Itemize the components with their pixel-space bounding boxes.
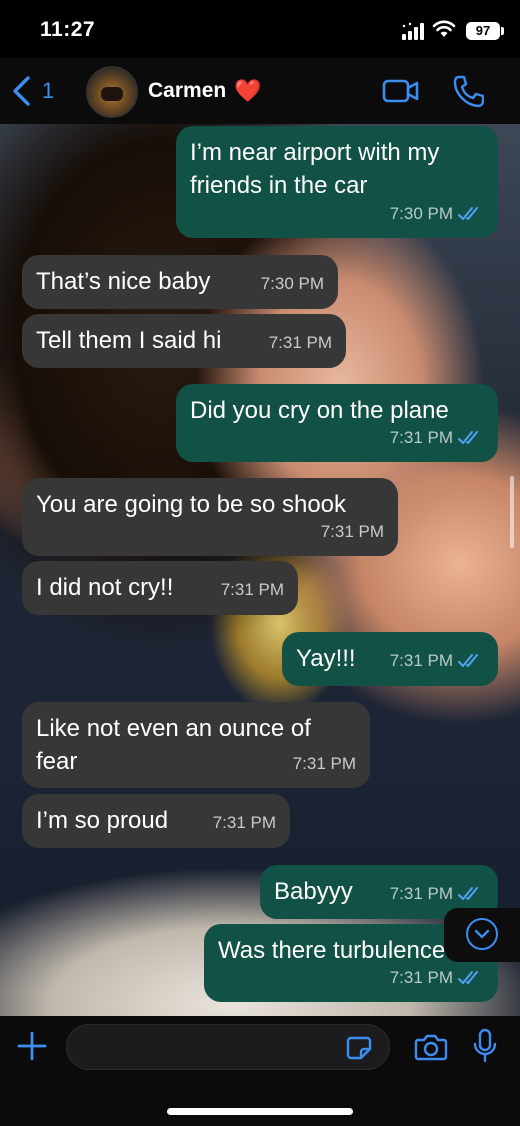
read-ticks-icon <box>458 206 478 220</box>
message-meta: 7:31 PM <box>213 806 276 839</box>
message-bubble-incoming[interactable]: I did not cry!! 7:31 PM <box>22 561 298 615</box>
scroll-to-bottom-button[interactable] <box>444 908 520 962</box>
back-chevron-icon <box>13 76 30 106</box>
message-meta: 7:31 PM <box>390 961 484 994</box>
message-time: 7:30 PM <box>389 204 453 223</box>
battery-indicator: 97 <box>466 22 500 40</box>
camera-icon[interactable] <box>414 1032 448 1062</box>
message-time: 7:30 PM <box>260 274 324 293</box>
status-time: 11:27 <box>40 18 96 41</box>
avatar[interactable] <box>86 66 138 118</box>
message-text: I’m near airport with my friends in the … <box>190 139 440 199</box>
status-bar: 11:27 97 <box>0 0 520 58</box>
message-time: 7:31 PM <box>389 884 453 903</box>
message-time: 7:31 PM <box>212 813 276 832</box>
message-time: 7:31 PM <box>389 968 453 987</box>
read-ticks-icon <box>458 970 478 984</box>
message-time: 7:31 PM <box>220 580 284 599</box>
phone-call-icon[interactable] <box>452 74 484 108</box>
unread-count: 1 <box>42 78 55 103</box>
message-time: 7:31 PM <box>389 428 453 447</box>
message-meta: 7:31 PM <box>269 326 332 359</box>
message-meta: 7:31 PM <box>390 421 484 454</box>
message-input[interactable] <box>66 1024 390 1070</box>
message-meta: 7:31 PM <box>390 644 484 677</box>
microphone-icon[interactable] <box>472 1028 498 1064</box>
cellular-signal-icon <box>402 22 424 40</box>
scrollbar[interactable] <box>510 476 514 548</box>
message-meta: 7:30 PM <box>261 267 324 300</box>
contact-name: Carmen <box>148 79 227 102</box>
message-bubble-outgoing[interactable]: Yay!!! 7:31 PM <box>282 632 498 686</box>
contact-title[interactable]: Carmen ❤️ <box>148 79 262 103</box>
wifi-icon <box>432 20 456 37</box>
message-time: 7:31 PM <box>292 754 356 773</box>
message-meta: 7:31 PM <box>221 573 284 606</box>
battery-tip <box>501 27 504 35</box>
avatar-photo <box>101 87 123 101</box>
scroll-down-icon <box>466 918 498 950</box>
read-ticks-icon <box>458 430 478 444</box>
plus-icon[interactable] <box>16 1030 48 1062</box>
sticker-icon[interactable] <box>346 1036 372 1060</box>
chat-header: 1 Carmen ❤️ <box>0 58 520 124</box>
message-bubble-outgoing[interactable]: I’m near airport with my friends in the … <box>176 126 498 238</box>
message-bubble-outgoing[interactable]: Did you cry on the plane 7:31 PM <box>176 384 498 462</box>
message-text: Like not even an ounce of fear <box>36 715 311 775</box>
compose-bar <box>0 1016 520 1126</box>
chat-wallpaper[interactable]: I’m near airport with my friends in the … <box>0 124 520 1016</box>
video-call-icon[interactable] <box>382 76 420 106</box>
message-meta: 7:30 PM <box>390 197 484 230</box>
home-indicator[interactable] <box>167 1108 353 1115</box>
read-ticks-icon <box>458 886 478 900</box>
message-bubble-incoming[interactable]: You are going to be so shook 7:31 PM <box>22 478 398 556</box>
message-bubble-incoming[interactable]: Tell them I said hi 7:31 PM <box>22 314 346 368</box>
read-ticks-icon <box>458 653 478 667</box>
message-meta: 7:31 PM <box>390 877 484 910</box>
message-bubble-incoming[interactable]: I’m so proud 7:31 PM <box>22 794 290 848</box>
back-button[interactable]: 1 <box>12 74 62 108</box>
message-bubble-incoming[interactable]: That’s nice baby 7:30 PM <box>22 255 338 309</box>
message-time: 7:31 PM <box>389 651 453 670</box>
message-bubble-incoming[interactable]: Like not even an ounce of fear 7:31 PM <box>22 702 370 788</box>
message-meta: 7:31 PM <box>293 747 356 780</box>
message-time: 7:31 PM <box>268 333 332 352</box>
heart-emoji: ❤️ <box>234 78 262 103</box>
message-meta: 7:31 PM <box>321 515 384 548</box>
message-time: 7:31 PM <box>320 522 384 541</box>
